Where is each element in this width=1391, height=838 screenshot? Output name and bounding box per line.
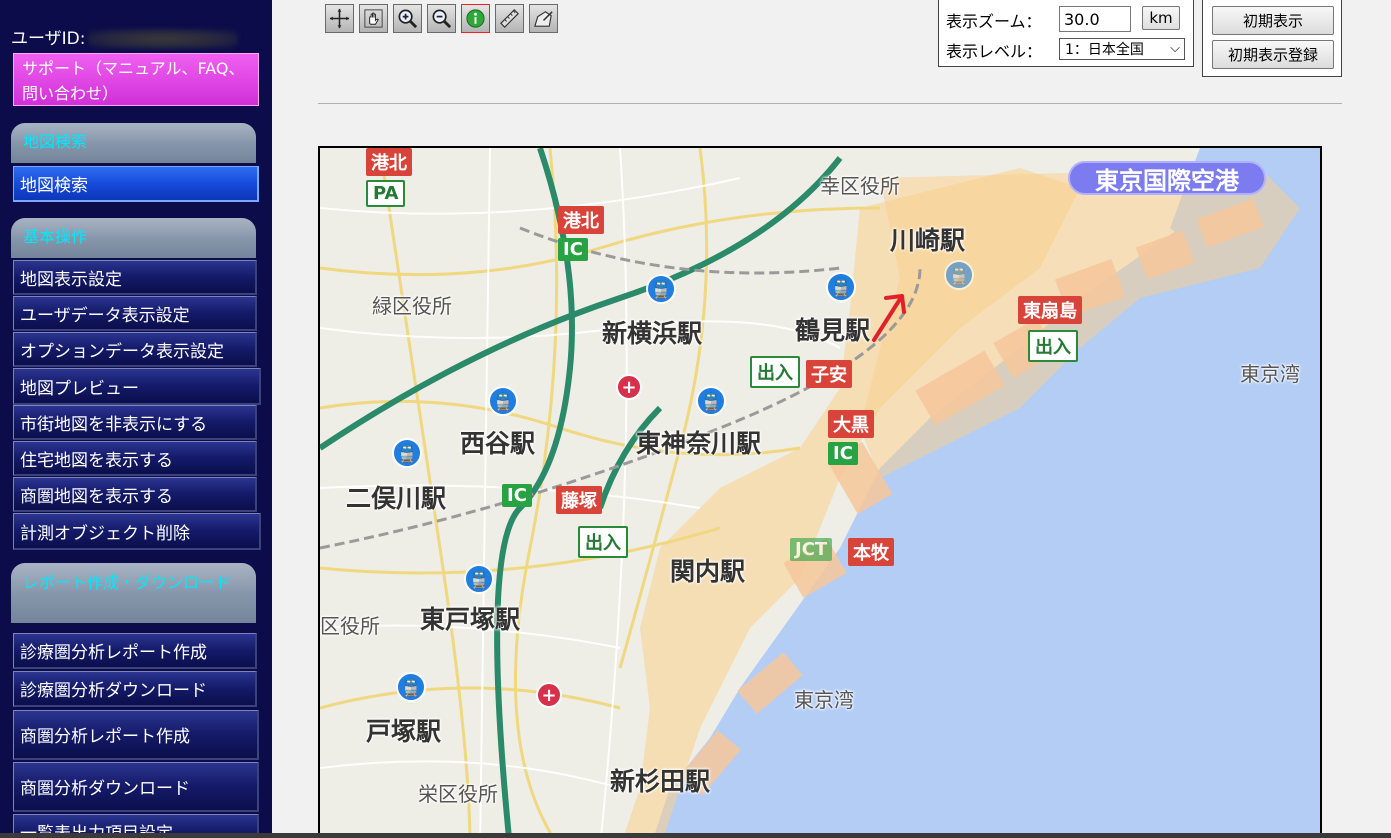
office-saiwai: 幸区役所 — [820, 174, 900, 198]
station-totsuka: 戸塚駅 — [366, 717, 442, 746]
nav-clinic-report[interactable]: 診療圏分析レポート作成 — [13, 633, 257, 669]
badge-kohoku-2: 港北 — [558, 206, 604, 234]
badge-higashi-ogishima: 東扇島 — [1018, 296, 1082, 324]
crosshair-icon[interactable] — [325, 4, 354, 33]
station-higashi-kanagawa: 東神奈川駅 — [636, 429, 762, 458]
bottom-edge — [0, 833, 1391, 838]
nav-map-preview[interactable]: 地図プレビュー — [13, 368, 261, 405]
badge-koyasu: 子安 — [806, 360, 852, 388]
map-view[interactable]: 東京国際空港 新横浜駅 鶴見駅 川崎駅 東神奈川駅 西谷駅 二俣川駅 関内駅 東… — [318, 146, 1322, 838]
badge-exit-1: 出入 — [1028, 330, 1078, 362]
section-basic-ops: 基本操作 — [11, 218, 256, 258]
level-select-value: 1：日本全国 — [1065, 42, 1144, 58]
badge-kohoku-1: 港北 — [366, 148, 412, 176]
zoom-in-icon[interactable] — [393, 4, 422, 33]
info-icon[interactable] — [461, 4, 490, 33]
initial-view-panel: 初期表示 初期表示登録 — [1202, 0, 1342, 77]
badge-pa: PA — [366, 180, 406, 207]
zoom-out-icon[interactable] — [427, 4, 456, 33]
badge-daikoku-ic: IC — [828, 442, 858, 465]
sidebar: ユーザID: サポート（マニュアル、FAQ、問い合わせ） 地図検索 地図検索 基… — [0, 0, 272, 838]
user-id-label: ユーザID: — [11, 29, 86, 49]
user-id: ユーザID: — [11, 24, 238, 49]
badge-honmoku: 本牧 — [848, 538, 894, 566]
badge-ic-1: IC — [558, 238, 588, 261]
register-initial-view-button[interactable]: 初期表示登録 — [1212, 40, 1334, 69]
train-icon: 🚆 — [944, 260, 974, 290]
level-select[interactable]: 1：日本全国 ⌵ — [1059, 38, 1185, 60]
zoom-input[interactable] — [1059, 6, 1131, 32]
badge-fujisawa: 藤塚 — [556, 486, 602, 514]
nav-show-trade-area-map[interactable]: 商圏地図を表示する — [13, 477, 257, 512]
km-button[interactable]: km — [1142, 6, 1180, 30]
nav-option-data-settings[interactable]: オプションデータ表示設定 — [13, 332, 257, 367]
nav-map-search[interactable]: 地図検索 — [13, 166, 259, 202]
station-nishiya: 西谷駅 — [460, 429, 536, 458]
station-higashi-totsuka: 東戸塚駅 — [420, 605, 521, 634]
station-futamatagawa: 二俣川駅 — [346, 484, 447, 513]
section-map-search: 地図検索 — [11, 123, 256, 163]
station-shin-yokohama: 新横浜駅 — [602, 319, 703, 348]
pan-hand-icon[interactable] — [359, 4, 388, 33]
nav-delete-measure-objects[interactable]: 計測オブジェクト削除 — [13, 513, 261, 550]
zoom-panel: 表示ズーム： km 表示レベル： 1：日本全国 ⌵ — [938, 0, 1194, 67]
badge-exit-2: 出入 — [750, 356, 800, 388]
badge-exit-3: 出入 — [578, 526, 628, 558]
nav-trade-report[interactable]: 商圏分析レポート作成 — [13, 710, 259, 760]
station-tsurumi: 鶴見駅 — [795, 316, 871, 345]
hospital-icon: + — [536, 682, 562, 708]
nav-clinic-download[interactable]: 診療圏分析ダウンロード — [13, 671, 257, 707]
nav-hide-city-map[interactable]: 市街地図を非表示にする — [13, 405, 257, 440]
map-toolbar — [325, 4, 558, 33]
level-label: 表示レベル： — [946, 42, 1043, 61]
train-icon: 🚆 — [826, 272, 856, 302]
station-kawasaki: 川崎駅 — [890, 226, 966, 255]
hospital-icon: + — [616, 374, 642, 400]
badge-ic-2: IC — [502, 484, 532, 507]
train-icon: 🚆 — [488, 386, 518, 416]
ruler-icon[interactable] — [495, 4, 524, 33]
red-arrow-icon — [872, 294, 906, 342]
initial-view-button[interactable]: 初期表示 — [1212, 6, 1334, 35]
badge-jct: JCT — [790, 538, 833, 561]
office-midori: 緑区役所 — [372, 294, 452, 318]
train-icon: 🚆 — [646, 274, 676, 304]
train-icon: 🚆 — [392, 438, 422, 468]
nav-show-housing-map[interactable]: 住宅地図を表示する — [13, 441, 257, 476]
airport-label: 東京国際空港 — [1068, 161, 1266, 195]
nav-map-display-settings[interactable]: 地図表示設定 — [13, 260, 257, 295]
office-ward: 区役所 — [320, 614, 380, 638]
section-report: レポート作成・ダウンロード — [11, 563, 256, 623]
user-id-redacted — [87, 29, 238, 49]
zoom-label: 表示ズーム： — [946, 12, 1042, 31]
nav-user-data-settings[interactable]: ユーザデータ表示設定 — [13, 296, 257, 331]
station-kannai: 関内駅 — [670, 557, 746, 586]
train-icon: 🚆 — [696, 386, 726, 416]
sea-tokyo-bay-right: 東京湾 — [1240, 362, 1300, 386]
map-base — [320, 148, 1320, 838]
area-measure-icon[interactable] — [529, 4, 558, 33]
station-shin-sugita: 新杉田駅 — [610, 767, 711, 796]
train-icon: 🚆 — [464, 564, 494, 594]
train-icon: 🚆 — [396, 672, 426, 702]
divider — [318, 103, 1342, 104]
badge-daikoku: 大黒 — [828, 410, 874, 438]
support-button[interactable]: サポート（マニュアル、FAQ、問い合わせ） — [13, 53, 259, 106]
office-sakae: 栄区役所 — [418, 782, 498, 806]
sea-tokyo-bay: 東京湾 — [794, 688, 854, 712]
chevron-down-icon: ⌵ — [1170, 41, 1180, 56]
nav-trade-download[interactable]: 商圏分析ダウンロード — [13, 762, 259, 812]
